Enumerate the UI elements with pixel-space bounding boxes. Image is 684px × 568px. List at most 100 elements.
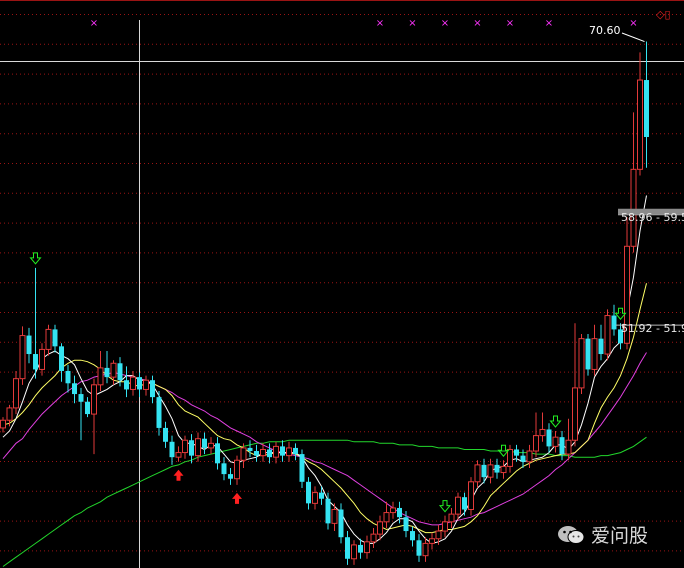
candle-body-down [397,507,402,518]
candle-body-down [85,401,90,415]
candle-body-up [195,438,201,457]
sell-arrow-icon [29,252,42,265]
candle-body-down [72,383,77,395]
candle-body-up [364,541,370,554]
candle-body-down [221,463,227,475]
candle-body-up [370,533,377,543]
signal-x-mark: × [506,18,514,29]
candle-body-down [26,335,32,355]
candle-body-down [150,380,155,398]
candle-body-up [539,428,546,437]
candle-body-up [604,315,611,355]
candle-body-down [117,363,123,381]
candle-body-up [390,507,396,514]
candle-body-up [552,436,559,447]
candle-body-up [429,538,435,544]
candle-body-down [520,455,526,462]
candle-body-down [169,441,175,458]
candle-body-up [533,435,539,452]
candle-body-down [215,443,220,464]
watermark-text: 爱问股 [591,525,649,547]
candle-body-up [455,496,461,515]
buy-arrow-icon [173,469,184,481]
candle-body-down [293,447,298,455]
candle-body-up [500,465,507,474]
candle-body-up [273,445,279,458]
candle-body-up [208,442,214,449]
chat-bubble-icon [558,525,585,544]
candle-body-up [19,335,26,380]
candle-body-up [487,464,494,478]
candle-body-down [33,354,38,370]
signal-x-mark: × [376,18,384,29]
candle-body-up [578,338,585,389]
candle-body-down [358,544,363,553]
signal-x-mark: × [441,18,449,29]
candle-body-down [228,474,233,479]
signal-x-mark: × [473,18,481,29]
candle-body-down [124,380,129,390]
candle-body-up [442,521,448,532]
peak-arrow [621,32,645,43]
candle-body-up [383,512,390,523]
candle-body-down [514,449,519,456]
candle-body-up [91,384,97,415]
candle-body-down [319,492,324,499]
candle-body-down [325,498,331,524]
candle-body-up [572,387,578,441]
candle-body-down [546,429,552,447]
candle-body-down [267,449,272,458]
candle-body-up [377,521,383,535]
signal-x-mark: × [545,18,553,29]
lower-band-label: 51.92 - 51.95 [621,322,684,335]
candle-body-down [559,437,565,455]
candle-body-down [247,447,253,452]
chart-stage: × × × × × × × × ◇▯ 70.60 58.96 - 59.5 51.92 - 5… [0,0,684,568]
candle-body-down [163,427,168,442]
candle-body-down [611,315,617,330]
candle-body-up [630,168,637,247]
candle-body-up [260,448,266,457]
candle-body-up [175,452,182,458]
sell-arrow-icon [438,500,452,513]
candle-body-up [591,338,598,370]
signal-x-mark: × [629,18,637,29]
upper-band-label: 58.96 - 59.5 [621,211,684,224]
peak-price-label: 70.60 [589,24,621,37]
candle-body-down [410,531,415,541]
square-icon[interactable]: ▯ [664,8,670,21]
candle-body-up [6,407,13,421]
candle-body-up [331,509,338,524]
candle-body-down [644,80,649,137]
candlestick-chart[interactable]: × × × × × × × × [0,0,684,568]
candle-body-up [526,450,533,463]
candle-body-down [52,329,58,347]
candle-body-up [474,464,481,483]
top-right-controls: ◇▯ [656,8,671,21]
candle-body-up [448,513,455,523]
candle-body-up [110,362,117,378]
candle-body-down [65,370,71,384]
candle-body-up [637,79,643,170]
candle-body-down [104,367,110,378]
signal-x-mark: × [408,18,416,29]
candle-body-down [494,464,500,473]
candle-body-up [565,439,572,455]
candle-body-up [351,544,357,560]
candle-body-down [254,451,259,456]
candle-body-down [137,377,142,390]
candle-body-up [0,419,6,429]
candle-body-down [338,509,344,538]
candle-body-up [130,376,136,390]
watermark: 爱问股 [557,521,648,548]
candle-body-up [234,459,240,480]
candle-body-up [286,447,292,457]
candle-body-up [143,379,149,390]
candle-body-down [345,537,350,559]
candle-body-down [585,338,591,370]
candle-body-down [280,446,285,456]
signal-x-mark: × [90,18,98,29]
candle-body-down [156,397,162,428]
candle-body-down [598,338,604,355]
candle-body-up [240,447,247,461]
